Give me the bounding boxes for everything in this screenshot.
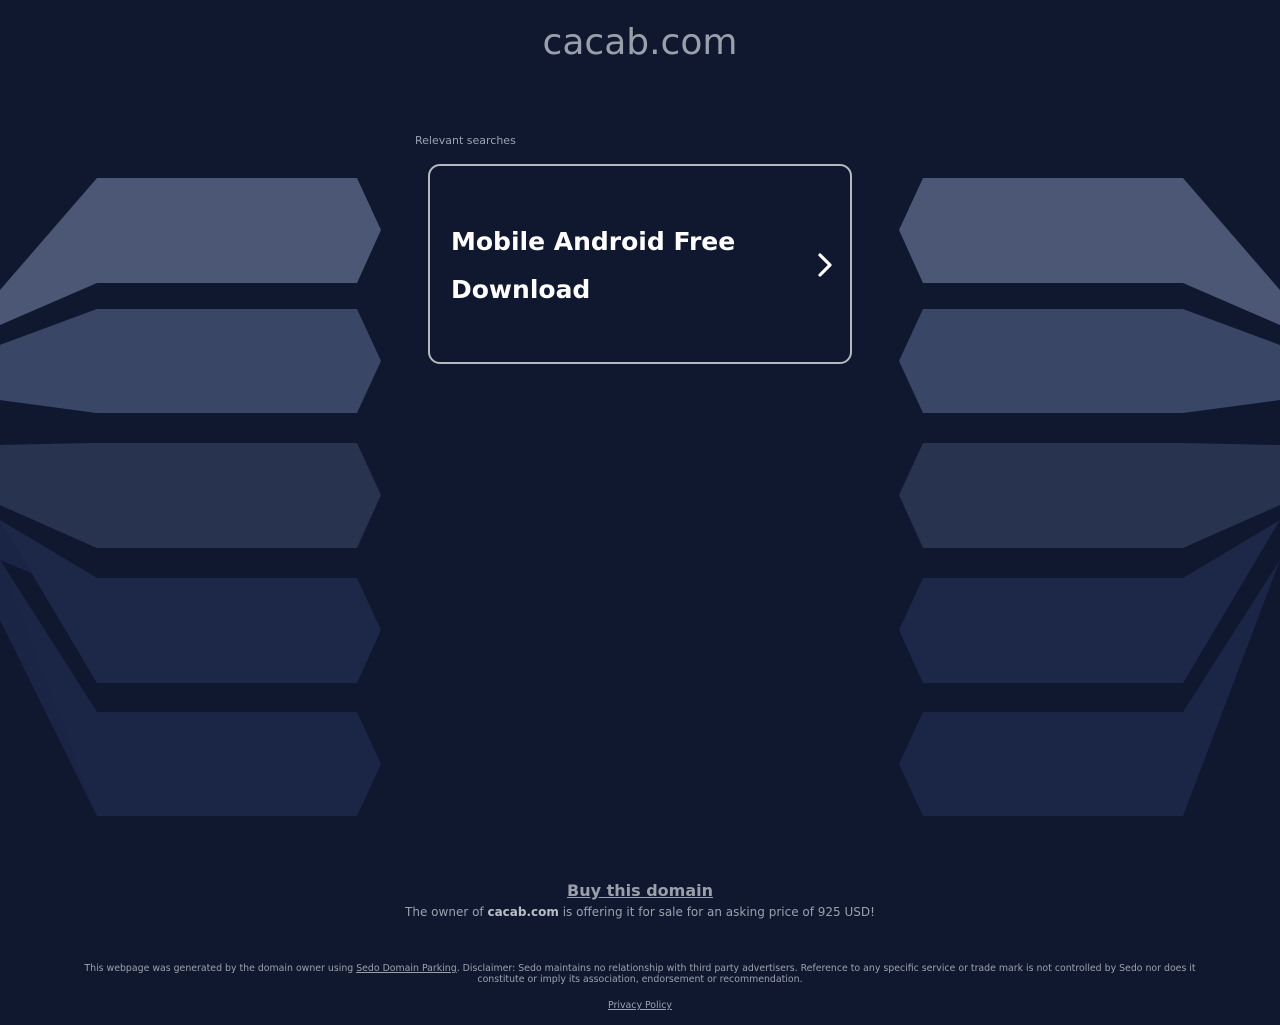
sedo-parking-link[interactable]: Sedo Domain Parking xyxy=(356,963,457,974)
background-decoration xyxy=(0,178,1280,816)
search-result-label: Mobile Android Free Download xyxy=(451,227,736,304)
site-title: cacab.com xyxy=(542,22,738,63)
sale-offer-text: The owner of cacab.com is offering it fo… xyxy=(0,905,1280,919)
privacy-policy-link[interactable]: Privacy Policy xyxy=(608,1000,672,1011)
disclaimer-suffix: . Disclaimer: Sedo maintains no relation… xyxy=(456,963,1196,985)
chevron-right-icon xyxy=(818,253,832,277)
offer-suffix: is offering it for sale for an asking pr… xyxy=(558,905,875,919)
disclaimer: This webpage was generated by the domain… xyxy=(60,963,1220,985)
relevant-searches-label: Relevant searches xyxy=(415,134,516,147)
buy-domain-link[interactable]: Buy this domain xyxy=(567,881,713,900)
offer-domain: cacab.com xyxy=(487,905,559,919)
search-result-card[interactable]: Mobile Android Free Download xyxy=(428,164,852,364)
disclaimer-prefix: This webpage was generated by the domain… xyxy=(84,963,357,974)
buy-domain-heading: Buy this domain xyxy=(0,874,1280,902)
offer-prefix: The owner of xyxy=(405,905,488,919)
privacy-section: Privacy Policy xyxy=(0,1000,1280,1011)
